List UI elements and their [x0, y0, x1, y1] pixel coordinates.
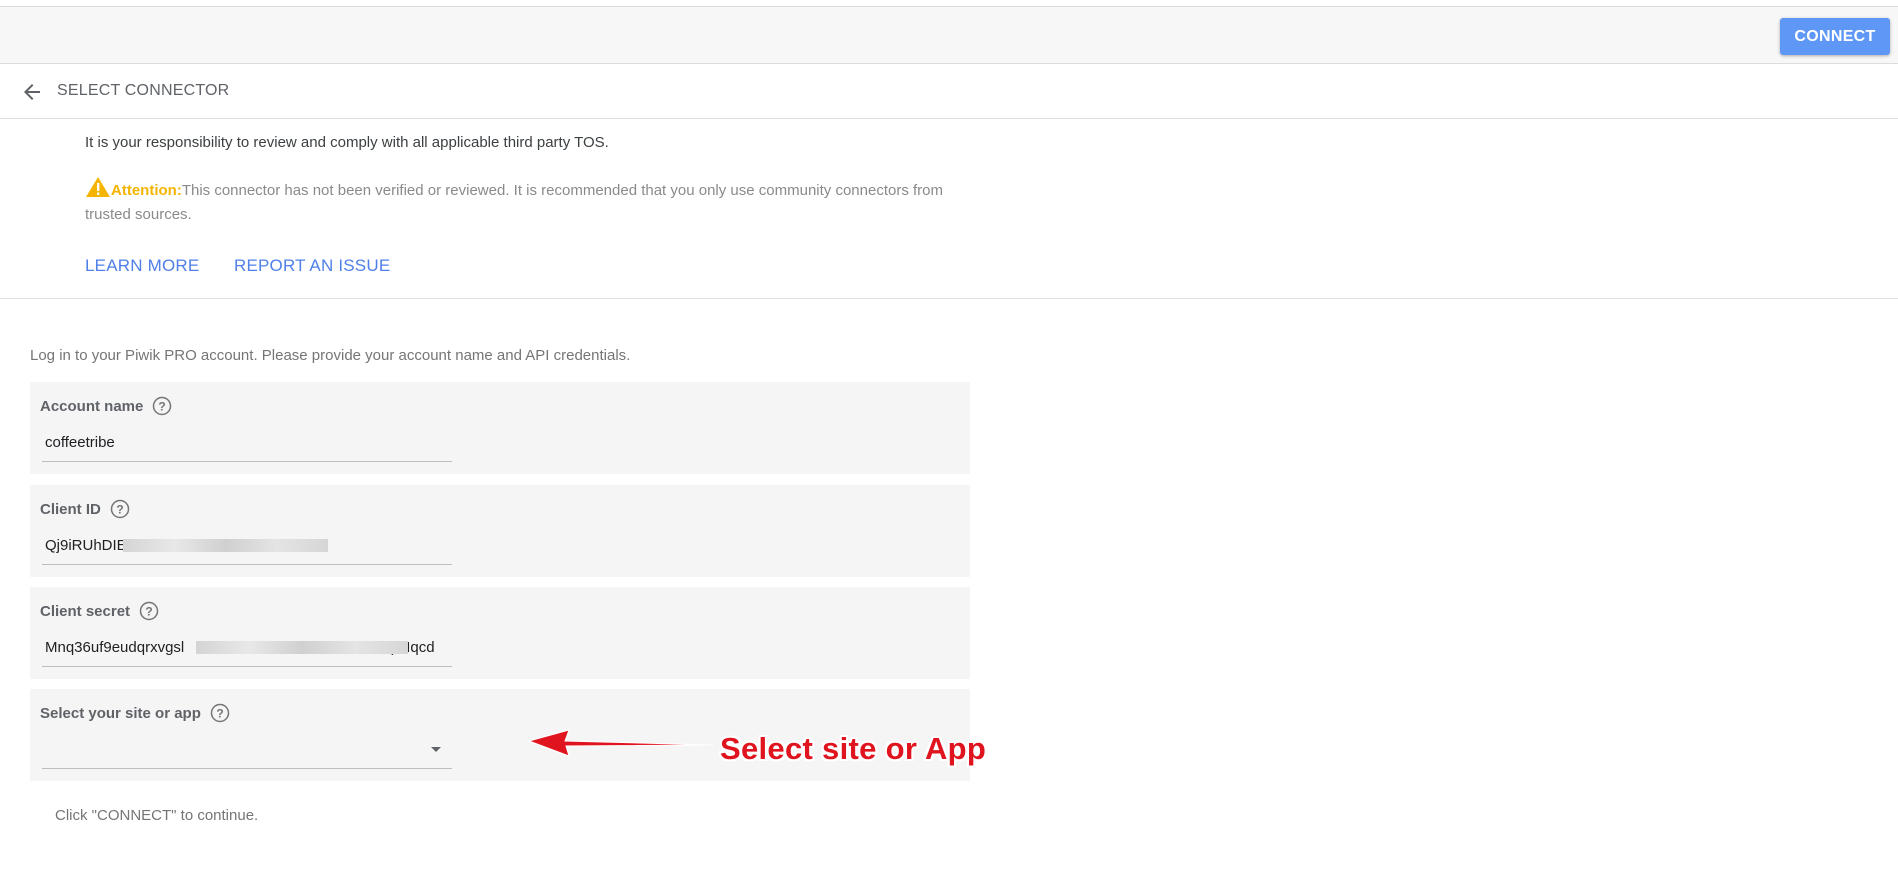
client-secret-label: Client secret ? — [40, 601, 159, 621]
client-id-value-start: Qj9iRUhDIE — [45, 537, 127, 554]
help-icon[interactable]: ? — [110, 499, 130, 519]
svg-text:?: ? — [145, 605, 152, 619]
input-underline — [42, 768, 452, 769]
site-select-label-text: Select your site or app — [40, 704, 201, 722]
client-id-field: Client ID ? Qj9iRUhDIEiEr5 — [30, 485, 970, 577]
account-name-label-text: Account name — [40, 397, 144, 415]
continue-hint: Click "CONNECT" to continue. — [55, 807, 259, 824]
input-underline — [42, 666, 452, 667]
svg-text:?: ? — [116, 503, 123, 517]
attention-notice: Attention:This connector has not been ve… — [85, 176, 985, 227]
top-toolbar: CONNECT — [0, 6, 1898, 64]
account-name-label: Account name ? — [40, 396, 172, 416]
redacted-area — [196, 641, 408, 654]
client-id-label: Client ID ? — [40, 499, 130, 519]
client-secret-field: Client secret ? Mnq36uf9eudqrxvgsl)KIqcd — [30, 587, 970, 679]
help-icon[interactable]: ? — [152, 396, 172, 416]
section-divider — [0, 298, 1898, 299]
input-underline — [42, 461, 452, 462]
redacted-area — [123, 539, 328, 552]
attention-text: This connector has not been verified or … — [85, 182, 944, 223]
warning-icon — [86, 177, 110, 197]
page-title: SELECT CONNECTOR — [57, 82, 230, 99]
site-select-dropdown[interactable] — [42, 733, 452, 759]
site-select-label: Select your site or app ? — [40, 703, 230, 723]
annotation-arrow-icon — [527, 729, 714, 757]
form-intro: Log in to your Piwik PRO account. Please… — [30, 347, 631, 364]
account-name-field: Account name ? coffeetribe — [30, 382, 970, 474]
input-underline — [42, 564, 452, 565]
tos-notice: It is your responsibility to review and … — [85, 134, 609, 151]
account-name-input[interactable]: coffeetribe — [45, 434, 115, 451]
report-issue-link[interactable]: REPORT AN ISSUE — [234, 256, 390, 276]
attention-label: Attention: — [111, 182, 182, 199]
help-icon[interactable]: ? — [139, 601, 159, 621]
arrow-back-icon[interactable] — [20, 80, 44, 104]
client-id-label-text: Client ID — [40, 500, 101, 518]
help-icon[interactable]: ? — [210, 703, 230, 723]
chevron-down-icon[interactable] — [431, 747, 441, 752]
client-secret-value-start: Mnq36uf9eudqrxvgsl — [45, 639, 185, 656]
connect-button[interactable]: CONNECT — [1780, 18, 1890, 55]
client-secret-label-text: Client secret — [40, 602, 131, 620]
svg-text:?: ? — [216, 707, 223, 721]
connector-header: SELECT CONNECTOR — [0, 64, 1898, 119]
annotation-label: Select site or App — [720, 731, 987, 766]
svg-text:?: ? — [159, 400, 166, 414]
learn-more-link[interactable]: LEARN MORE — [85, 256, 199, 276]
